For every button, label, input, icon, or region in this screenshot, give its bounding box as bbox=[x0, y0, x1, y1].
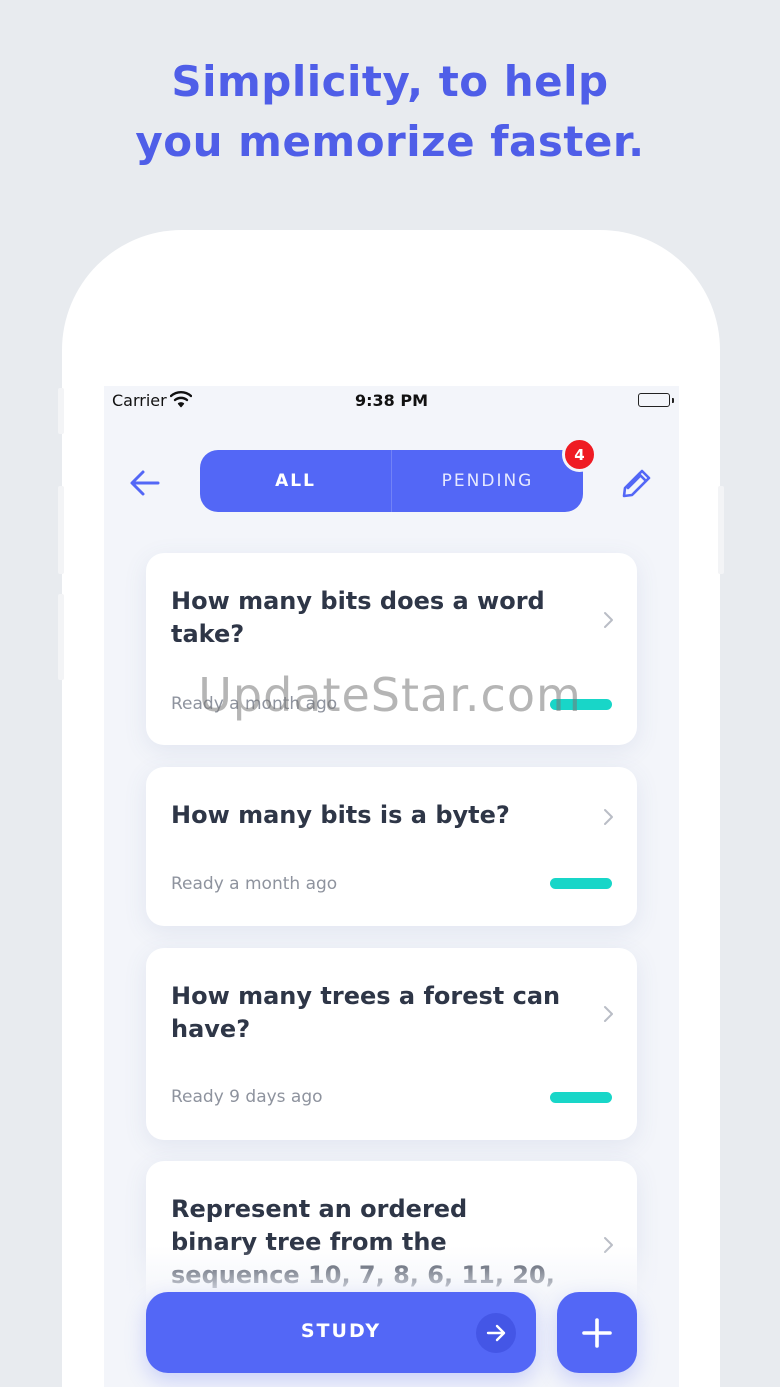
card-question: How many bits is a byte? bbox=[171, 801, 510, 829]
progress-bar bbox=[550, 1092, 612, 1103]
card-status: Ready 9 days ago bbox=[171, 1087, 323, 1107]
battery-icon bbox=[638, 393, 674, 407]
back-button[interactable] bbox=[128, 466, 162, 500]
status-time: 9:38 PM bbox=[354, 391, 428, 410]
app-screen: Carrier 9:38 PM ALL PENDING 4 How many b… bbox=[104, 386, 679, 1387]
phone-side-button bbox=[718, 486, 724, 574]
marketing-headline: Simplicity, to help you memorize faster. bbox=[0, 52, 780, 172]
card-status: Ready a month ago bbox=[171, 874, 338, 894]
status-bar: Carrier 9:38 PM bbox=[104, 386, 679, 414]
phone-side-button bbox=[58, 594, 64, 680]
flashcard-item[interactable]: How many bits does a word take? Ready a … bbox=[146, 553, 637, 745]
arrow-left-icon bbox=[130, 470, 160, 496]
phone-side-button bbox=[58, 486, 64, 574]
chevron-right-icon bbox=[604, 612, 613, 628]
tab-all[interactable]: ALL bbox=[200, 450, 391, 512]
chevron-right-icon bbox=[604, 1006, 613, 1022]
progress-bar bbox=[550, 699, 612, 710]
headline-line-1: Simplicity, to help bbox=[171, 57, 609, 106]
tab-pending[interactable]: PENDING bbox=[391, 450, 583, 512]
arrow-right-icon bbox=[476, 1313, 516, 1353]
flashcard-item[interactable]: How many bits is a byte? Ready a month a… bbox=[146, 767, 637, 926]
pencil-icon bbox=[622, 469, 651, 498]
progress-bar bbox=[550, 878, 612, 889]
flashcard-item[interactable]: How many trees a forest can have? Ready … bbox=[146, 948, 637, 1140]
add-card-button[interactable] bbox=[557, 1292, 637, 1373]
chevron-right-icon bbox=[604, 809, 613, 825]
card-status: Ready a month ago bbox=[171, 694, 338, 714]
plus-icon bbox=[582, 1317, 612, 1348]
card-question: How many trees a forest can have? bbox=[171, 982, 561, 1043]
headline-line-2: you memorize faster. bbox=[135, 117, 645, 166]
filter-segmented-control: ALL PENDING bbox=[200, 450, 583, 512]
edit-button[interactable] bbox=[620, 466, 654, 500]
study-button[interactable]: STUDY bbox=[146, 1292, 536, 1373]
pending-count-badge: 4 bbox=[562, 437, 597, 472]
card-question: How many bits does a word take? bbox=[171, 587, 545, 648]
phone-side-button bbox=[58, 388, 64, 434]
